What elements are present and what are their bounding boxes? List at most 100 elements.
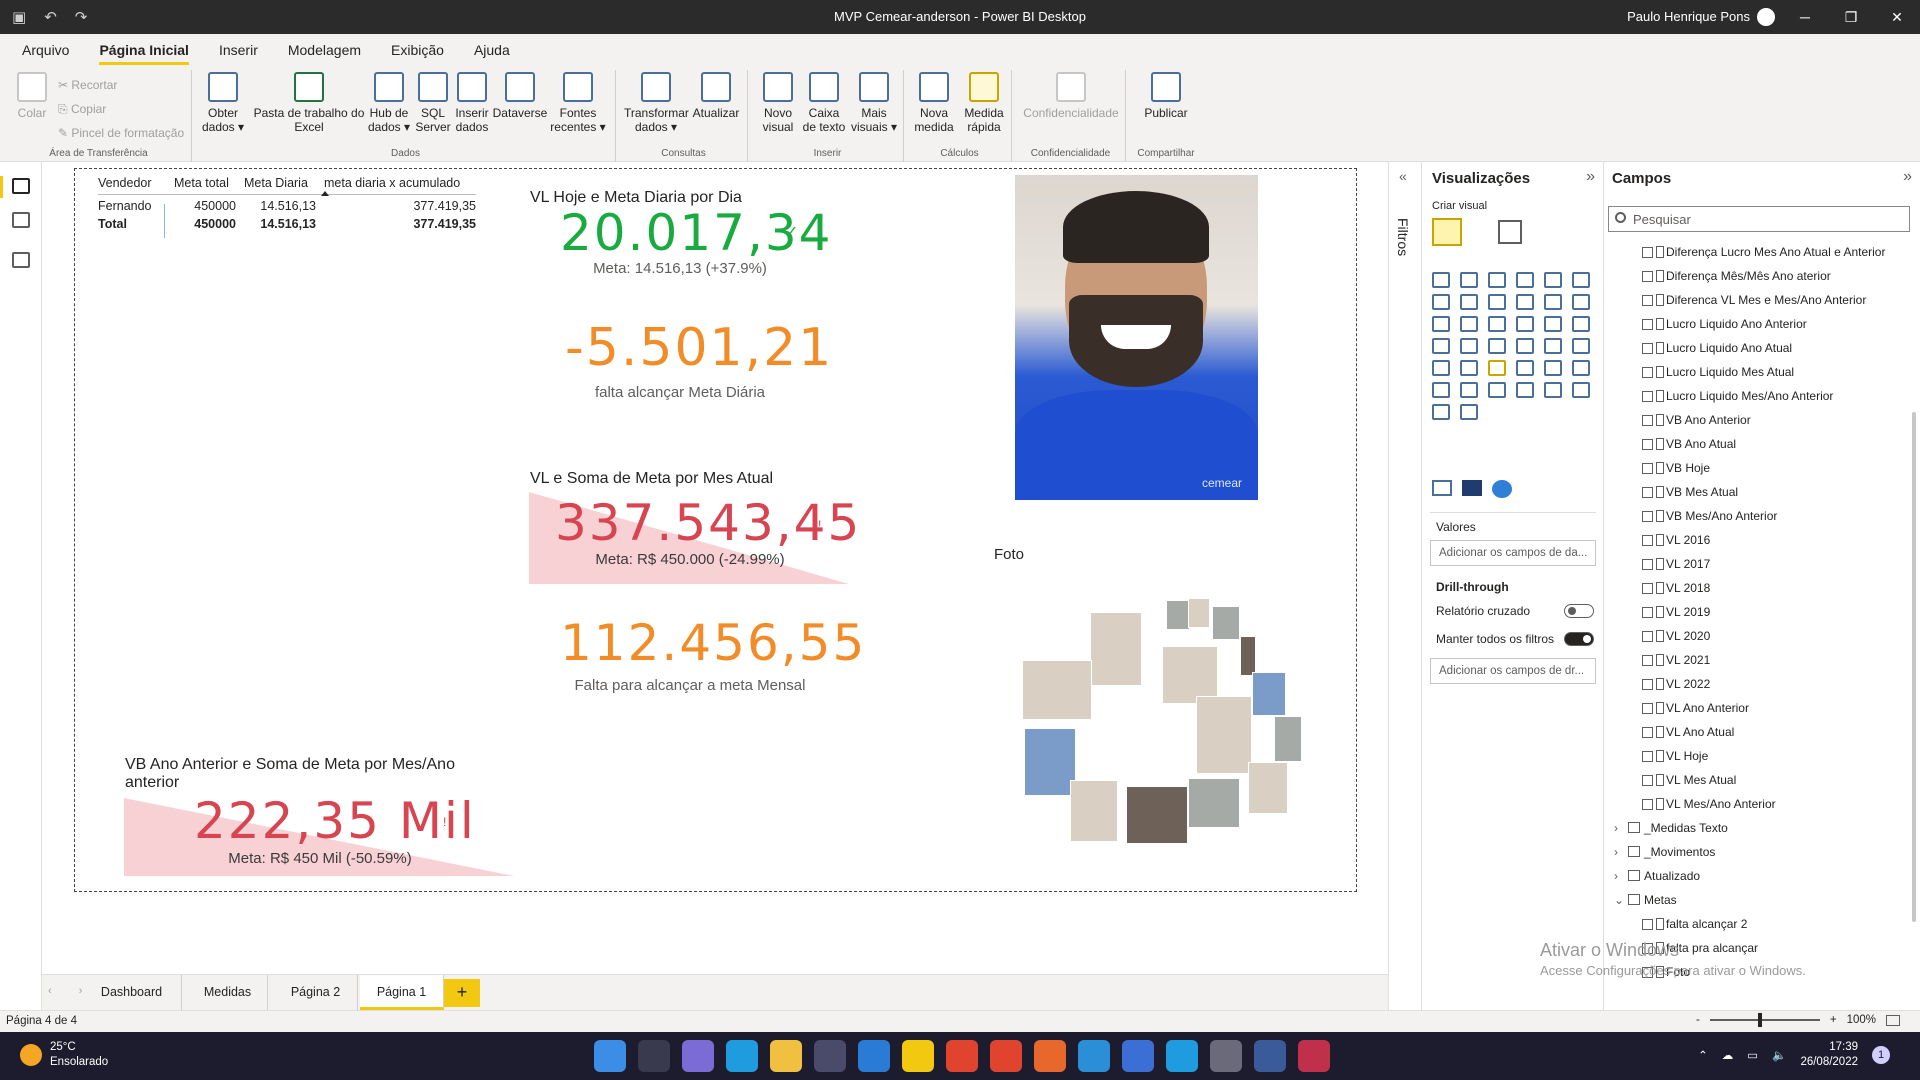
excel-button[interactable]: Pasta de trabalho do Excel <box>250 72 368 134</box>
chat-icon[interactable] <box>682 1040 714 1072</box>
data-view-icon[interactable] <box>12 212 30 228</box>
scrollbar[interactable] <box>1912 412 1916 922</box>
fit-page-icon[interactable] <box>1886 1014 1900 1026</box>
thumbnail[interactable] <box>1248 762 1288 814</box>
notification-badge[interactable]: 1 <box>1872 1046 1890 1064</box>
custom-visual-icon[interactable] <box>1462 480 1482 496</box>
power-apps-icon[interactable] <box>1544 382 1562 398</box>
transform-data-button[interactable]: Transformar dados ▾ <box>624 72 689 134</box>
weather-widget[interactable]: 25°C Ensolarado <box>20 1040 108 1070</box>
checkbox[interactable] <box>1642 391 1653 402</box>
treemap-icon[interactable] <box>1572 316 1590 332</box>
slicer-icon[interactable] <box>1432 360 1450 376</box>
vscode-icon[interactable] <box>1078 1040 1110 1072</box>
restore-button[interactable]: ❐ <box>1828 0 1874 34</box>
quick-measure-button[interactable]: Medida rápida <box>960 72 1008 134</box>
minimize-button[interactable]: ─ <box>1782 0 1828 34</box>
gauge-icon[interactable] <box>1488 338 1506 354</box>
table-node[interactable]: ⌄ Metas <box>1604 888 1904 912</box>
checkbox[interactable] <box>1642 703 1653 714</box>
file-explorer-icon[interactable] <box>770 1040 802 1072</box>
edge-icon[interactable] <box>726 1040 758 1072</box>
menu-modelagem[interactable]: Modelagem <box>288 42 361 58</box>
key-influencers-icon[interactable] <box>1572 360 1590 376</box>
chrome-profile-icon[interactable] <box>990 1040 1022 1072</box>
field-item[interactable]: falta alcançar 2 <box>1604 912 1904 936</box>
more-visuals-button[interactable]: Mais visuais ▾ <box>848 72 900 134</box>
python-visual-icon[interactable] <box>1544 360 1562 376</box>
chevron-down-icon[interactable]: ⌄ <box>1614 888 1624 912</box>
line-clustered-icon[interactable] <box>1544 294 1562 310</box>
checkbox[interactable] <box>1642 415 1653 426</box>
field-item[interactable]: VL Ano Atual <box>1604 720 1904 744</box>
field-item[interactable]: VL 2022 <box>1604 672 1904 696</box>
notepad-icon[interactable] <box>1122 1040 1154 1072</box>
field-item[interactable]: VB Ano Atual <box>1604 432 1904 456</box>
thumbnail[interactable] <box>1196 696 1252 774</box>
dataverse-button[interactable]: Dataverse <box>492 72 548 120</box>
field-item[interactable]: VL Mes/Ano Anterior <box>1604 792 1904 816</box>
checkbox[interactable] <box>1642 679 1653 690</box>
add-page-button[interactable]: + <box>444 979 480 1007</box>
checkbox[interactable] <box>1642 607 1653 618</box>
field-item[interactable]: VL 2017 <box>1604 552 1904 576</box>
table-node[interactable]: › _Movimentos <box>1604 840 1904 864</box>
field-item[interactable]: VB Ano Anterior <box>1604 408 1904 432</box>
field-item[interactable]: VL 2019 <box>1604 600 1904 624</box>
user-name[interactable]: Paulo Henrique Pons <box>1627 9 1750 24</box>
expand-filters-icon[interactable]: « <box>1399 168 1407 184</box>
thumbnail[interactable] <box>1188 778 1240 828</box>
filters-pane-collapsed[interactable]: « Filtros <box>1388 162 1422 1010</box>
field-item[interactable]: Diferenca VL Mes e Mes/Ano Anterior <box>1604 288 1904 312</box>
checkbox[interactable] <box>1642 535 1653 546</box>
zoom-slider-thumb[interactable] <box>1757 1013 1762 1027</box>
stacked-column-icon[interactable] <box>1460 272 1478 288</box>
custom-visual-icon[interactable] <box>1492 480 1512 498</box>
keep-filters-toggle[interactable] <box>1564 632 1594 646</box>
field-item[interactable]: VB Mes Atual <box>1604 480 1904 504</box>
checkbox[interactable] <box>1642 295 1653 306</box>
new-measure-button[interactable]: Nova medida <box>912 72 956 134</box>
checkbox[interactable] <box>1642 751 1653 762</box>
model-view-icon[interactable] <box>12 252 30 268</box>
line-column-icon[interactable] <box>1516 294 1534 310</box>
kpi-icon[interactable] <box>1572 338 1590 354</box>
chrome-icon[interactable] <box>946 1040 978 1072</box>
bar-100-icon[interactable] <box>1544 272 1562 288</box>
format-painter-button[interactable]: ✎ Pincel de formatação <box>58 126 184 140</box>
multi-row-card-icon[interactable] <box>1544 338 1562 354</box>
field-item[interactable]: Diferença Mês/Mês Ano aterior <box>1604 264 1904 288</box>
decomposition-tree-icon[interactable] <box>1432 382 1450 398</box>
clock[interactable]: 17:39 26/08/2022 <box>1800 1040 1858 1070</box>
mail-icon[interactable] <box>858 1040 890 1072</box>
cross-report-toggle[interactable] <box>1564 604 1594 618</box>
donut-icon[interactable] <box>1544 316 1562 332</box>
field-item[interactable]: VB Hoje <box>1604 456 1904 480</box>
thumbnail[interactable] <box>1212 606 1240 640</box>
copy-button[interactable]: ⎘ Copiar <box>58 102 106 117</box>
sensitivity-button[interactable]: Confidencialidade <box>1020 72 1122 120</box>
app-icon[interactable] <box>1298 1040 1330 1072</box>
checkbox[interactable] <box>1642 799 1653 810</box>
paste-button[interactable]: Colar <box>12 72 52 120</box>
pie-icon[interactable] <box>1516 316 1534 332</box>
checkbox[interactable] <box>1642 463 1653 474</box>
profile-photo[interactable]: cemear <box>1015 175 1258 500</box>
field-item[interactable]: VL 2018 <box>1604 576 1904 600</box>
checkbox[interactable] <box>1642 343 1653 354</box>
column-header[interactable]: Meta total <box>166 176 236 190</box>
table-node[interactable]: › _Medidas Texto <box>1604 816 1904 840</box>
thumbnail[interactable] <box>1240 636 1256 676</box>
line-chart-icon[interactable] <box>1432 294 1450 310</box>
menu-arquivo[interactable]: Arquivo <box>22 42 69 58</box>
menu-ajuda[interactable]: Ajuda <box>474 42 510 58</box>
checkbox[interactable] <box>1642 271 1653 282</box>
text-box-button[interactable]: Caixa de texto <box>802 72 846 134</box>
thumbnail[interactable] <box>1126 786 1188 844</box>
waterfall-icon[interactable] <box>1432 316 1450 332</box>
avatar[interactable] <box>1757 8 1775 26</box>
narrative-icon[interactable] <box>1488 382 1506 398</box>
checkbox[interactable] <box>1642 727 1653 738</box>
area-chart-icon[interactable] <box>1460 294 1478 310</box>
chevron-right-icon[interactable]: › <box>1614 816 1618 840</box>
